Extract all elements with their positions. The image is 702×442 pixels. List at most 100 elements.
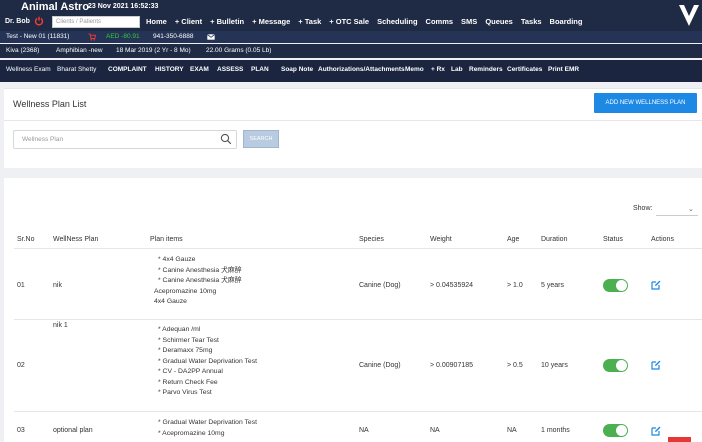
nav-boarding[interactable]: Boarding bbox=[550, 17, 583, 26]
row-weight: > 0.00907185 bbox=[430, 362, 474, 369]
cart-icon[interactable] bbox=[88, 33, 96, 41]
doctor-name: Bharat Shetty bbox=[57, 66, 97, 73]
visit-type: Wellness Exam bbox=[6, 66, 51, 73]
tab-complaint[interactable]: COMPLAINT bbox=[108, 66, 147, 73]
client-bar: Test - New 01 (11831) AED -80.91 941-350… bbox=[0, 31, 702, 43]
search-icon[interactable] bbox=[220, 133, 232, 145]
divider bbox=[14, 248, 702, 249]
plan-item: * 4x4 Gauze bbox=[158, 256, 196, 263]
edit-icon[interactable] bbox=[651, 360, 661, 370]
row-plan-items: * Gradual Water Deprivation Test * Acepr… bbox=[158, 418, 257, 439]
row-plan-items: * Adequan /ml * Schirmer Tear Test * Der… bbox=[158, 325, 257, 399]
plan-item: * Return Check Fee bbox=[158, 378, 218, 386]
chevron-down-icon[interactable]: ⌄ bbox=[688, 205, 694, 213]
plan-item: * Canine Anesthesia 犬麻醉 bbox=[158, 277, 242, 284]
row-weight: > 0.04535924 bbox=[430, 282, 474, 289]
nav-scheduling[interactable]: Scheduling bbox=[377, 17, 417, 26]
plan-item: * CV - DA2PP Annual bbox=[158, 368, 223, 375]
patient-dob: 18 Mar 2019 (2 Yr - 8 Mo) bbox=[116, 47, 191, 54]
header-plan-items: Plan items bbox=[150, 236, 183, 243]
tab-history[interactable]: HISTORY bbox=[155, 66, 184, 73]
tab-exam[interactable]: EXAM bbox=[190, 66, 209, 73]
header-sr-no: Sr.No bbox=[17, 236, 35, 243]
tab-memo[interactable]: Memo bbox=[405, 66, 424, 73]
nav-add-bulletin[interactable]: + Bulletin bbox=[210, 17, 244, 26]
row-plan-name: nik bbox=[53, 282, 62, 289]
nav-queues[interactable]: Queues bbox=[485, 17, 513, 26]
tab-lab[interactable]: Lab bbox=[451, 66, 463, 73]
power-icon[interactable] bbox=[34, 16, 44, 26]
user-name[interactable]: Dr. Bob bbox=[5, 18, 30, 25]
chat-widget-button[interactable] bbox=[668, 437, 691, 442]
brand-logo-icon bbox=[679, 4, 699, 26]
row-duration: 5 years bbox=[541, 282, 564, 289]
divider bbox=[14, 411, 702, 412]
nav-add-message[interactable]: + Message bbox=[252, 17, 290, 26]
divider bbox=[4, 120, 702, 121]
edit-icon[interactable] bbox=[651, 426, 661, 436]
emr-tabs-bar: Wellness Exam Bharat Shetty COMPLAINT HI… bbox=[0, 60, 702, 82]
row-species: NA bbox=[359, 427, 369, 434]
header-duration: Duration bbox=[541, 236, 568, 243]
add-wellness-plan-button[interactable]: ADD NEW WELLNESS PLAN bbox=[594, 93, 697, 113]
client-balance: AED -80.91 bbox=[106, 33, 140, 40]
status-toggle[interactable] bbox=[603, 359, 628, 372]
search-button[interactable]: SEARCH bbox=[243, 130, 279, 148]
header-actions: Actions bbox=[651, 236, 674, 243]
nav-add-client[interactable]: + Client bbox=[175, 17, 202, 26]
row-plan-name: optional plan bbox=[53, 427, 93, 434]
header-age: Age bbox=[507, 236, 520, 243]
nav-comms[interactable]: Comms bbox=[426, 17, 454, 26]
main-nav: Home + Client + Bulletin + Message + Tas… bbox=[146, 17, 582, 26]
header-weight: Weight bbox=[430, 236, 452, 243]
nav-add-task[interactable]: + Task bbox=[298, 17, 321, 26]
patient-weight: 22.00 Grams (0.05 Lb) bbox=[206, 47, 272, 54]
plan-item: * Parvo Virus Test bbox=[158, 389, 212, 396]
plan-item: * Gradual Water Deprivation Test bbox=[158, 357, 257, 365]
tab-certificates[interactable]: Certificates bbox=[507, 66, 542, 73]
tab-authorizations[interactable]: Authorizations/Attachments bbox=[318, 66, 405, 73]
plan-item: * Gradual Water Deprivation Test bbox=[158, 419, 257, 426]
client-search-input[interactable]: Clients / Patients bbox=[52, 16, 140, 28]
plan-item: * Deramaxx 75mg bbox=[158, 347, 213, 354]
page-title: Wellness Plan List bbox=[13, 99, 87, 109]
client-phone: 941-350-6888 bbox=[153, 33, 194, 40]
patient-species: Amphibian -new bbox=[56, 47, 103, 54]
tab-assess[interactable]: ASSESS bbox=[217, 66, 243, 73]
tab-plan[interactable]: PLAN bbox=[251, 66, 269, 73]
nav-tasks[interactable]: Tasks bbox=[521, 17, 542, 26]
row-age: > 1.0 bbox=[507, 282, 523, 289]
row-age: > 0.5 bbox=[507, 362, 523, 369]
patient-name[interactable]: Kiva (2368) bbox=[6, 47, 39, 54]
row-sr-no: 02 bbox=[17, 362, 25, 369]
tab-soap-note[interactable]: Soap Note bbox=[281, 66, 313, 73]
header-species: Species bbox=[359, 236, 384, 243]
nav-home[interactable]: Home bbox=[146, 17, 167, 26]
nav-add-otc-sale[interactable]: + OTC Sale bbox=[329, 17, 369, 26]
header-status: Status bbox=[603, 236, 623, 243]
patient-bar: Kiva (2368) Amphibian -new 18 Mar 2019 (… bbox=[0, 44, 702, 58]
plan-item: * Canine Anesthesia 犬麻醉 bbox=[158, 266, 242, 274]
status-toggle[interactable] bbox=[603, 279, 628, 292]
row-species: Canine (Dog) bbox=[359, 282, 401, 289]
tab-reminders[interactable]: Reminders bbox=[469, 66, 503, 73]
tab-print-emr[interactable]: Print EMR bbox=[548, 66, 579, 73]
plan-item: Acepromazine 10mg bbox=[154, 287, 217, 295]
header-wellness-plan: WellNess Plan bbox=[53, 236, 99, 243]
wellness-plan-search-input[interactable]: Wellness Plan bbox=[13, 130, 237, 149]
mail-icon[interactable] bbox=[207, 34, 215, 40]
status-toggle[interactable] bbox=[603, 424, 628, 437]
app-name[interactable]: Animal Astro bbox=[21, 1, 89, 13]
tab-rx[interactable]: + Rx bbox=[431, 66, 445, 73]
edit-icon[interactable] bbox=[651, 280, 661, 290]
plan-item: * Acepromazine 10mg bbox=[158, 429, 225, 437]
row-plan-items: * 4x4 Gauze * Canine Anesthesia 犬麻醉 * Ca… bbox=[154, 255, 242, 308]
row-species: Canine (Dog) bbox=[359, 362, 401, 369]
show-label: Show: bbox=[633, 205, 653, 212]
client-name[interactable]: Test - New 01 (11831) bbox=[6, 33, 69, 40]
plan-item: 4x4 Gauze bbox=[154, 298, 187, 305]
wellness-plan-table-panel: Show: ⌄ Sr.No WellNess Plan Plan items S… bbox=[4, 178, 702, 442]
row-weight: NA bbox=[430, 427, 440, 434]
nav-sms[interactable]: SMS bbox=[461, 17, 477, 26]
divider bbox=[14, 319, 702, 320]
